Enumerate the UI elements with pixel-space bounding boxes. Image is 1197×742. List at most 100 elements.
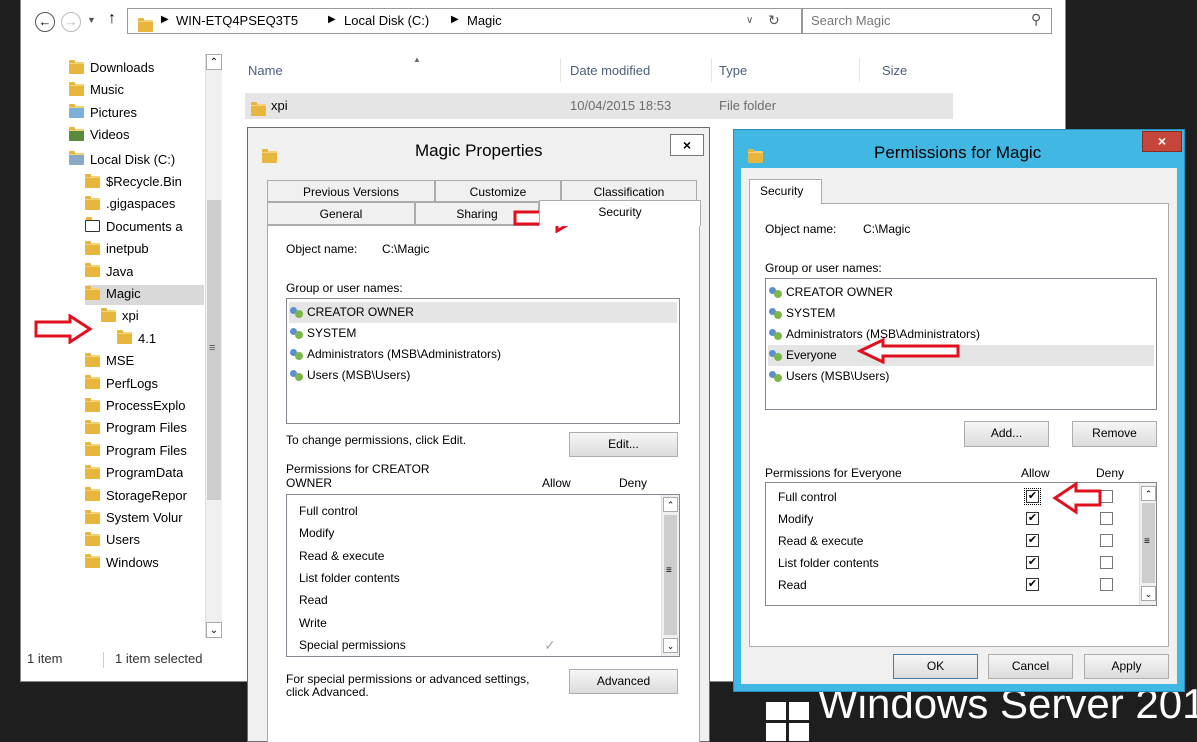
user-name: Administrators (MSB\Administrators) xyxy=(307,347,502,361)
tab-general[interactable]: General xyxy=(267,202,415,225)
nav-item[interactable]: Program Files xyxy=(85,442,187,462)
edit-button[interactable]: Edit... xyxy=(569,432,678,457)
nav-item[interactable]: inetpub xyxy=(85,240,149,260)
address-bar[interactable]: ▶ WIN-ETQ4PSEQ3T5 ▶ Local Disk (C:) ▶ Ma… xyxy=(127,8,802,34)
nav-item[interactable]: Local Disk (C:) xyxy=(69,151,175,171)
user-list-item[interactable]: CREATOR OWNER xyxy=(289,302,677,323)
nav-item[interactable]: 4.1 xyxy=(117,330,156,350)
nav-item[interactable]: xpi xyxy=(101,307,139,327)
permission-row: Read & execute xyxy=(299,546,659,566)
file-row[interactable]: xpi 10/04/2015 18:53 File folder xyxy=(245,93,953,119)
nav-item[interactable]: Magic xyxy=(85,285,204,305)
deny-checkbox[interactable] xyxy=(1100,534,1113,547)
user-list-item[interactable]: CREATOR OWNER xyxy=(768,282,1154,303)
column-type[interactable]: Type xyxy=(719,63,747,78)
nav-scrollbar[interactable]: ⌃ ≡ ⌄ xyxy=(205,54,222,638)
scroll-down-icon[interactable]: ⌄ xyxy=(1141,586,1156,601)
users-group-icon xyxy=(289,327,305,341)
nav-item-label: Music xyxy=(90,82,124,98)
search-icon[interactable]: ⚲ xyxy=(1031,11,1041,28)
tab-security[interactable]: Security xyxy=(539,200,701,226)
folder-icon xyxy=(85,487,100,502)
breadcrumb-sep-icon: ▶ xyxy=(451,14,459,25)
deny-checkbox[interactable] xyxy=(1100,556,1113,569)
users-group-icon xyxy=(768,307,784,321)
column-size[interactable]: Size xyxy=(882,63,907,78)
nav-item[interactable]: Users xyxy=(85,531,140,551)
user-list-item[interactable]: Users (MSB\Users) xyxy=(289,365,677,386)
breadcrumb-item[interactable]: WIN-ETQ4PSEQ3T5 xyxy=(176,13,298,28)
nav-item[interactable]: MSE xyxy=(85,352,134,372)
nav-item-label: Local Disk (C:) xyxy=(90,151,176,167)
nav-item[interactable]: ProcessExplo xyxy=(85,397,185,417)
recent-dropdown-icon[interactable]: ▼ xyxy=(87,15,96,25)
nav-item[interactable]: Documents a xyxy=(85,217,183,238)
users-group-icon xyxy=(768,370,784,384)
nav-item-label: StorageRepor xyxy=(106,487,187,503)
nav-item[interactable]: .gigaspaces xyxy=(85,195,175,215)
breadcrumb-item[interactable]: Local Disk (C:) xyxy=(344,13,429,28)
allow-checkbox[interactable]: ✔ xyxy=(1026,512,1039,525)
nav-item-label: Users xyxy=(106,532,140,548)
up-button[interactable]: ↑ xyxy=(108,10,116,28)
user-name: CREATOR OWNER xyxy=(307,305,414,319)
column-name[interactable]: Name xyxy=(248,63,283,78)
user-list-item[interactable]: Administrators (MSB\Administrators) xyxy=(289,344,677,365)
perm-scrollbar[interactable]: ⌃ ≡ ⌄ xyxy=(661,495,679,656)
navigation-pane: Downloads Music Pictures Videos Local Disk (… xyxy=(21,48,233,648)
permission-name: Modify xyxy=(778,512,814,526)
close-button[interactable]: × xyxy=(1142,131,1182,152)
permissions-for-label: Permissions for Everyone xyxy=(765,466,902,480)
permission-row: List folder contents xyxy=(299,568,659,588)
nav-item[interactable]: System Volur xyxy=(85,509,183,529)
nav-item[interactable]: $Recycle.Bin xyxy=(85,173,182,193)
nav-item[interactable]: Music xyxy=(69,81,124,101)
forward-button[interactable]: → xyxy=(61,12,81,32)
scroll-up-icon[interactable]: ⌃ xyxy=(206,54,222,70)
remove-button[interactable]: Remove xyxy=(1072,421,1157,447)
allow-checkbox[interactable]: ✔ xyxy=(1026,556,1039,569)
user-list-item[interactable]: SYSTEM xyxy=(768,303,1154,324)
nav-item[interactable]: Pictures xyxy=(69,104,137,124)
scroll-down-icon[interactable]: ⌄ xyxy=(663,638,678,653)
address-dropdown-icon[interactable]: ∨ xyxy=(746,15,753,26)
cancel-button[interactable]: Cancel xyxy=(988,654,1073,679)
nav-item[interactable]: ProgramData xyxy=(85,464,183,484)
tab-customize[interactable]: Customize xyxy=(435,180,561,202)
nav-item[interactable]: Java xyxy=(85,263,133,283)
scroll-up-icon[interactable]: ⌃ xyxy=(663,497,678,512)
refresh-icon[interactable]: ↻ xyxy=(768,12,780,29)
folder-icon xyxy=(85,285,100,300)
scroll-up-icon[interactable]: ⌃ xyxy=(1141,486,1156,501)
close-button[interactable]: × xyxy=(670,134,704,156)
user-list-item[interactable]: SYSTEM xyxy=(289,323,677,344)
tab-previous-versions[interactable]: Previous Versions xyxy=(267,180,435,202)
nav-item[interactable]: PerfLogs xyxy=(85,375,158,395)
add-button[interactable]: Add... xyxy=(964,421,1049,447)
ok-button[interactable]: OK xyxy=(893,654,978,679)
search-input[interactable]: Search Magic ⚲ xyxy=(802,8,1052,34)
breadcrumb-item[interactable]: Magic xyxy=(467,13,502,28)
user-list-item[interactable]: Users (MSB\Users) xyxy=(768,366,1154,387)
nav-item[interactable]: StorageRepor xyxy=(85,487,187,507)
tab-classification[interactable]: Classification xyxy=(561,180,697,202)
allow-checkbox[interactable]: ✔ xyxy=(1026,534,1039,547)
perm-panel: Object name: C:\Magic Group or user name… xyxy=(749,203,1169,647)
permission-name: Read & execute xyxy=(778,534,864,548)
advanced-button[interactable]: Advanced xyxy=(569,669,678,694)
nav-item[interactable]: Program Files xyxy=(85,419,187,439)
deny-checkbox[interactable] xyxy=(1100,578,1113,591)
perm-scrollbar[interactable]: ⌃ ≡ ⌄ xyxy=(1139,483,1156,605)
apply-button[interactable]: Apply xyxy=(1084,654,1169,679)
nav-item[interactable]: Downloads xyxy=(69,59,154,79)
allow-checkbox[interactable]: ✔ xyxy=(1024,488,1041,505)
deny-header: Deny xyxy=(1096,466,1125,480)
nav-item[interactable]: Windows xyxy=(85,554,159,574)
scroll-down-icon[interactable]: ⌄ xyxy=(206,622,222,638)
nav-item[interactable]: Videos xyxy=(69,126,130,146)
permission-name: Full control xyxy=(299,504,358,518)
tab-security[interactable]: Security xyxy=(749,179,822,204)
column-date[interactable]: Date modified xyxy=(570,63,650,78)
allow-checkbox[interactable]: ✔ xyxy=(1026,578,1039,591)
back-button[interactable]: ← xyxy=(35,12,55,32)
